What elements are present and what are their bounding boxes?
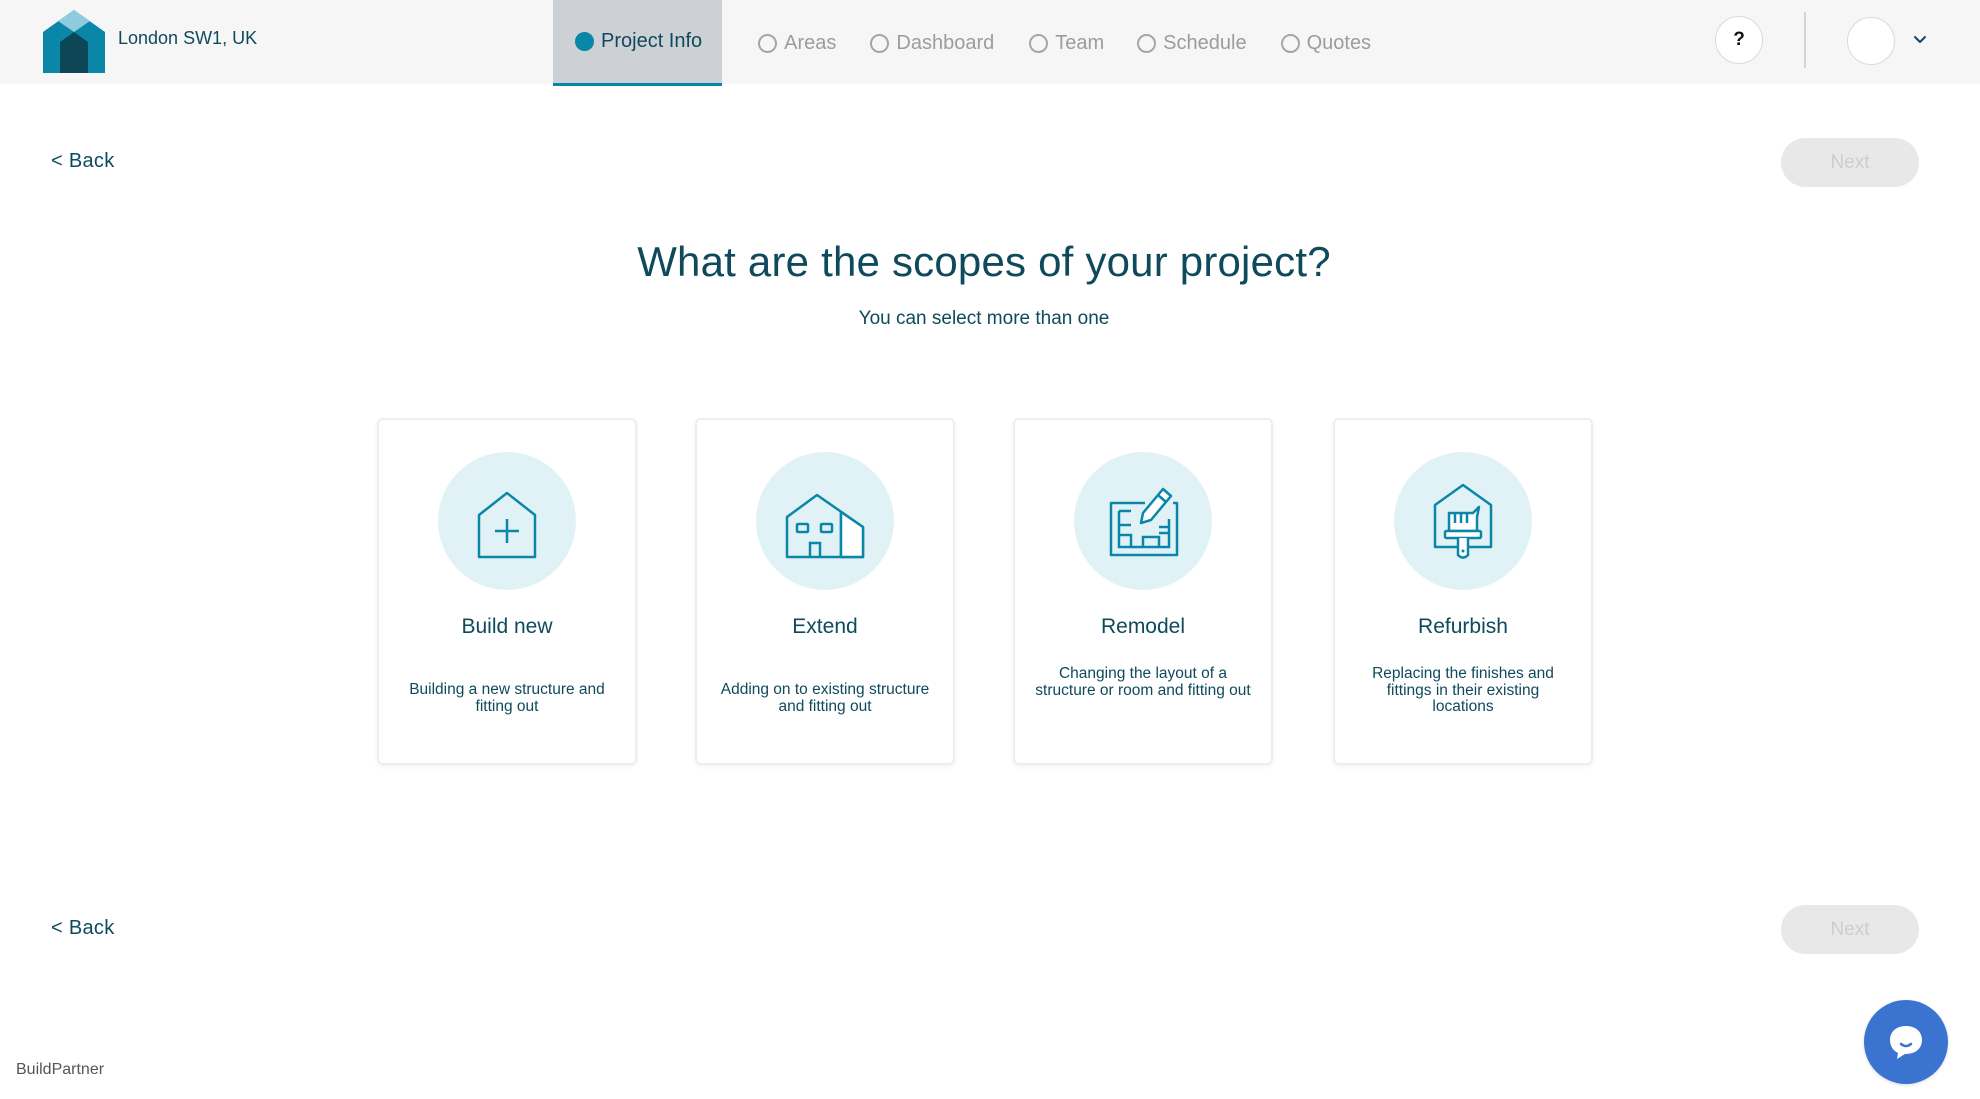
tab-label: Areas <box>784 31 837 54</box>
card-title: Extend <box>792 615 858 638</box>
tab-dashboard[interactable]: Dashboard <box>870 0 994 86</box>
scope-card-build-new[interactable]: Build new Building a new structure and f… <box>377 418 637 765</box>
tab-label: Quotes <box>1306 31 1372 54</box>
tab-label: Schedule <box>1163 31 1247 54</box>
tab-team[interactable]: Team <box>1029 0 1104 86</box>
step-status-icon <box>575 32 594 51</box>
icon-background <box>1394 452 1532 590</box>
next-button-top[interactable]: Next <box>1781 138 1919 187</box>
next-button-bottom[interactable]: Next <box>1781 905 1919 954</box>
top-header: London SW1, UK Project Info Areas Dashbo… <box>0 0 1980 86</box>
icon-background <box>1074 452 1212 590</box>
project-tabs: Project Info Areas Dashboard Team Schedu… <box>553 0 1371 86</box>
card-title: Build new <box>461 615 553 638</box>
step-status-icon <box>1137 33 1157 53</box>
icon-background <box>756 452 894 590</box>
chat-bubble-icon <box>1890 1026 1922 1059</box>
tab-areas[interactable]: Areas <box>758 0 836 86</box>
card-title: Remodel <box>1100 615 1186 638</box>
icon-background <box>438 452 576 590</box>
footer-brand: BuildPartner <box>16 1061 105 1078</box>
card-description: Changing the layout of a structure or ro… <box>1035 665 1251 699</box>
chat-button[interactable] <box>1864 1000 1948 1084</box>
back-link-top[interactable]: < Back <box>51 150 115 173</box>
house-extension-icon <box>785 493 865 559</box>
tab-project-info[interactable]: Project Info <box>553 0 723 86</box>
card-description: Building a new structure and fitting out <box>409 681 605 715</box>
step-status-icon <box>870 33 890 53</box>
tab-label: Project Info <box>601 30 703 52</box>
scope-card-refurbish[interactable]: Refurbish Replacing the finishes and fit… <box>1333 418 1593 765</box>
tab-label: Dashboard <box>896 31 995 54</box>
help-icon: ? <box>1733 29 1745 50</box>
help-button[interactable]: ? <box>1715 16 1763 64</box>
house-logo-icon[interactable] <box>43 10 105 73</box>
back-link-bottom[interactable]: < Back <box>51 917 115 940</box>
card-description: Adding on to existing structure and fitt… <box>720 681 930 715</box>
scope-card-extend[interactable]: Extend Adding on to existing structure a… <box>695 418 955 765</box>
tab-quotes[interactable]: Quotes <box>1280 0 1372 86</box>
tab-schedule[interactable]: Schedule <box>1137 0 1247 86</box>
header-divider <box>1804 12 1806 68</box>
card-title: Refurbish <box>1418 615 1508 638</box>
floorplan-pencil-icon <box>1109 487 1179 557</box>
tab-label: Team <box>1055 31 1105 54</box>
step-status-icon <box>758 33 778 53</box>
project-location: London SW1, UK <box>118 28 258 48</box>
chevron-down-icon[interactable] <box>1910 30 1930 50</box>
scope-card-remodel[interactable]: Remodel Changing the layout of a structu… <box>1013 418 1273 765</box>
page-subtitle: You can select more than one <box>858 308 1110 329</box>
card-description: Replacing the finishes and fittings in t… <box>1372 665 1554 715</box>
step-status-icon <box>1029 33 1049 53</box>
page-title: What are the scopes of your project? <box>637 238 1331 285</box>
house-paintbrush-icon <box>1433 483 1493 559</box>
step-status-icon <box>1280 33 1300 53</box>
house-plus-icon <box>477 491 537 559</box>
avatar[interactable] <box>1847 17 1895 65</box>
